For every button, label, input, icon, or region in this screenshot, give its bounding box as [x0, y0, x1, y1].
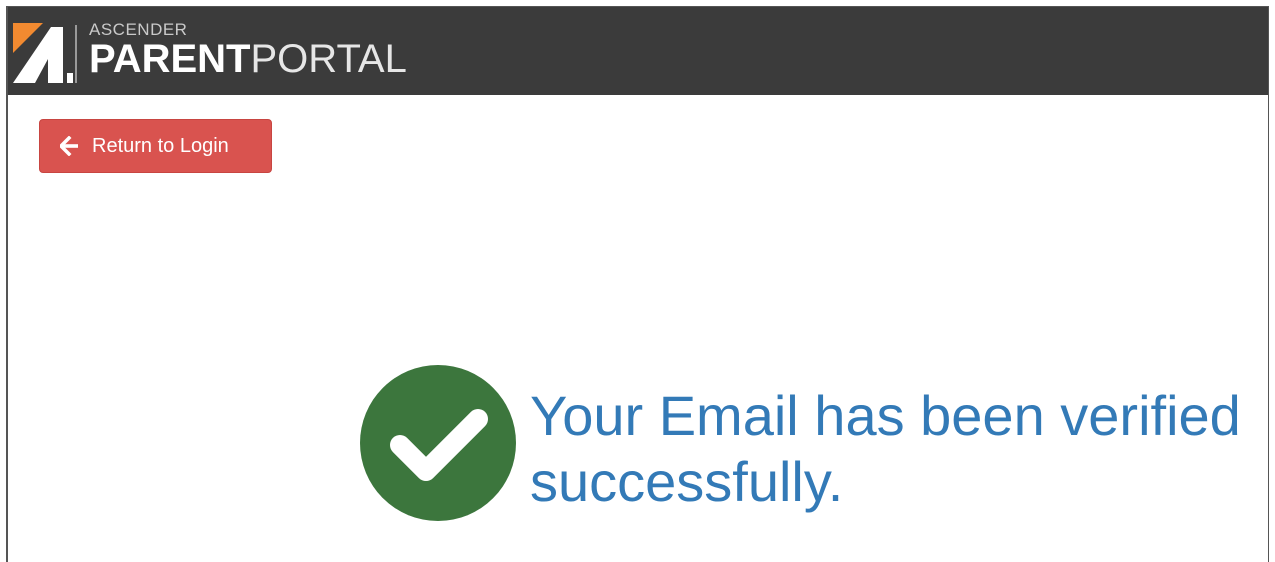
app-window: ASCENDER PARENTPORTAL Return to Login Yo…	[6, 6, 1269, 562]
ascender-logo-icon	[13, 23, 79, 88]
brand-portal: PORTAL	[250, 37, 407, 81]
verification-line-2: successfully.	[530, 450, 844, 513]
brand-parent: PARENT	[89, 37, 251, 81]
arrow-left-icon	[58, 135, 80, 157]
verification-text: Your Email has been verified successfull…	[530, 383, 1268, 515]
verification-message: Your Email has been verified successfull…	[360, 365, 1268, 525]
check-circle-icon	[360, 365, 516, 521]
ascender-parent-portal-logo: ASCENDER PARENTPORTAL	[13, 17, 423, 85]
header-bar: ASCENDER PARENTPORTAL	[8, 7, 1268, 95]
return-to-login-button[interactable]: Return to Login	[39, 119, 272, 173]
brand-parent-portal: PARENTPORTAL	[89, 37, 407, 81]
return-to-login-label: Return to Login	[92, 134, 229, 157]
verification-line-1: Your Email has been verified	[530, 384, 1241, 447]
